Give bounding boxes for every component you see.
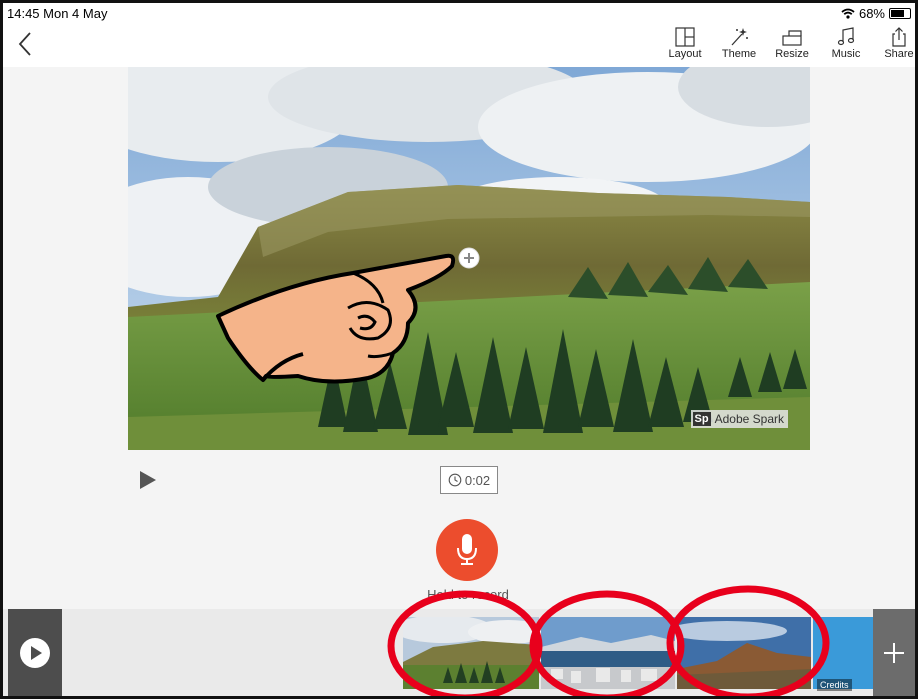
share-button[interactable]: Share (873, 27, 915, 60)
add-slide-button[interactable] (873, 609, 915, 696)
ipad-screen: 14:45 Mon 4 May 68% Layout Theme Resize … (0, 0, 918, 699)
editor-canvas: Sp Adobe Spark 0:02 Hold to record (3, 67, 915, 609)
share-label: Share (884, 48, 914, 60)
landscape-photo (128, 67, 810, 450)
spark-logo: Sp (692, 412, 711, 426)
music-label: Music (831, 48, 861, 60)
duration-badge[interactable]: 0:02 (440, 466, 498, 494)
layout-button[interactable]: Layout (659, 27, 711, 60)
battery-percent: 68% (858, 6, 885, 21)
filmstrip-slide-3[interactable] (677, 617, 811, 689)
preview-play-button[interactable] (8, 609, 62, 696)
wifi-icon (841, 8, 855, 19)
battery-icon (889, 8, 911, 19)
share-icon (892, 27, 906, 47)
microphone-icon (457, 534, 477, 565)
theme-label: Theme (721, 48, 757, 60)
layout-label: Layout (668, 48, 702, 60)
layout-icon (675, 27, 695, 47)
plus-icon (884, 642, 904, 663)
music-button[interactable]: Music (820, 27, 872, 60)
clock-icon (448, 473, 462, 487)
resize-button[interactable]: Resize (766, 27, 818, 60)
filmstrip (3, 609, 915, 696)
filmstrip-slide-1[interactable] (403, 617, 539, 689)
filmstrip-slide-2[interactable] (541, 617, 675, 689)
chevron-left-icon[interactable] (13, 29, 39, 59)
status-time: 14:45 Mon 4 May (7, 6, 108, 21)
resize-label: Resize (775, 48, 809, 60)
magic-wand-icon (731, 28, 748, 46)
resize-icon (782, 30, 802, 46)
watermark-text: Adobe Spark (714, 412, 784, 426)
status-right: 68% (841, 6, 911, 21)
adobe-spark-watermark: Sp Adobe Spark (690, 410, 788, 428)
status-bar: 14:45 Mon 4 May 68% (3, 3, 915, 23)
duration-text: 0:02 (464, 472, 491, 488)
slide-photo[interactable]: Sp Adobe Spark (128, 67, 810, 450)
credits-label: Credits (817, 679, 852, 691)
play-circle-icon (20, 637, 50, 668)
toolbar: Layout Theme Resize Music Share (3, 23, 915, 67)
landscape-cliff-thumbnail (403, 617, 539, 689)
theme-button[interactable]: Theme (713, 27, 765, 60)
hold-to-record-label: Hold to record (427, 587, 509, 602)
record-button[interactable] (436, 519, 498, 581)
music-note-icon (837, 27, 855, 46)
play-icon[interactable] (138, 469, 158, 491)
volcano-hill-thumbnail (677, 617, 811, 689)
city-harbor-thumbnail (541, 617, 675, 689)
